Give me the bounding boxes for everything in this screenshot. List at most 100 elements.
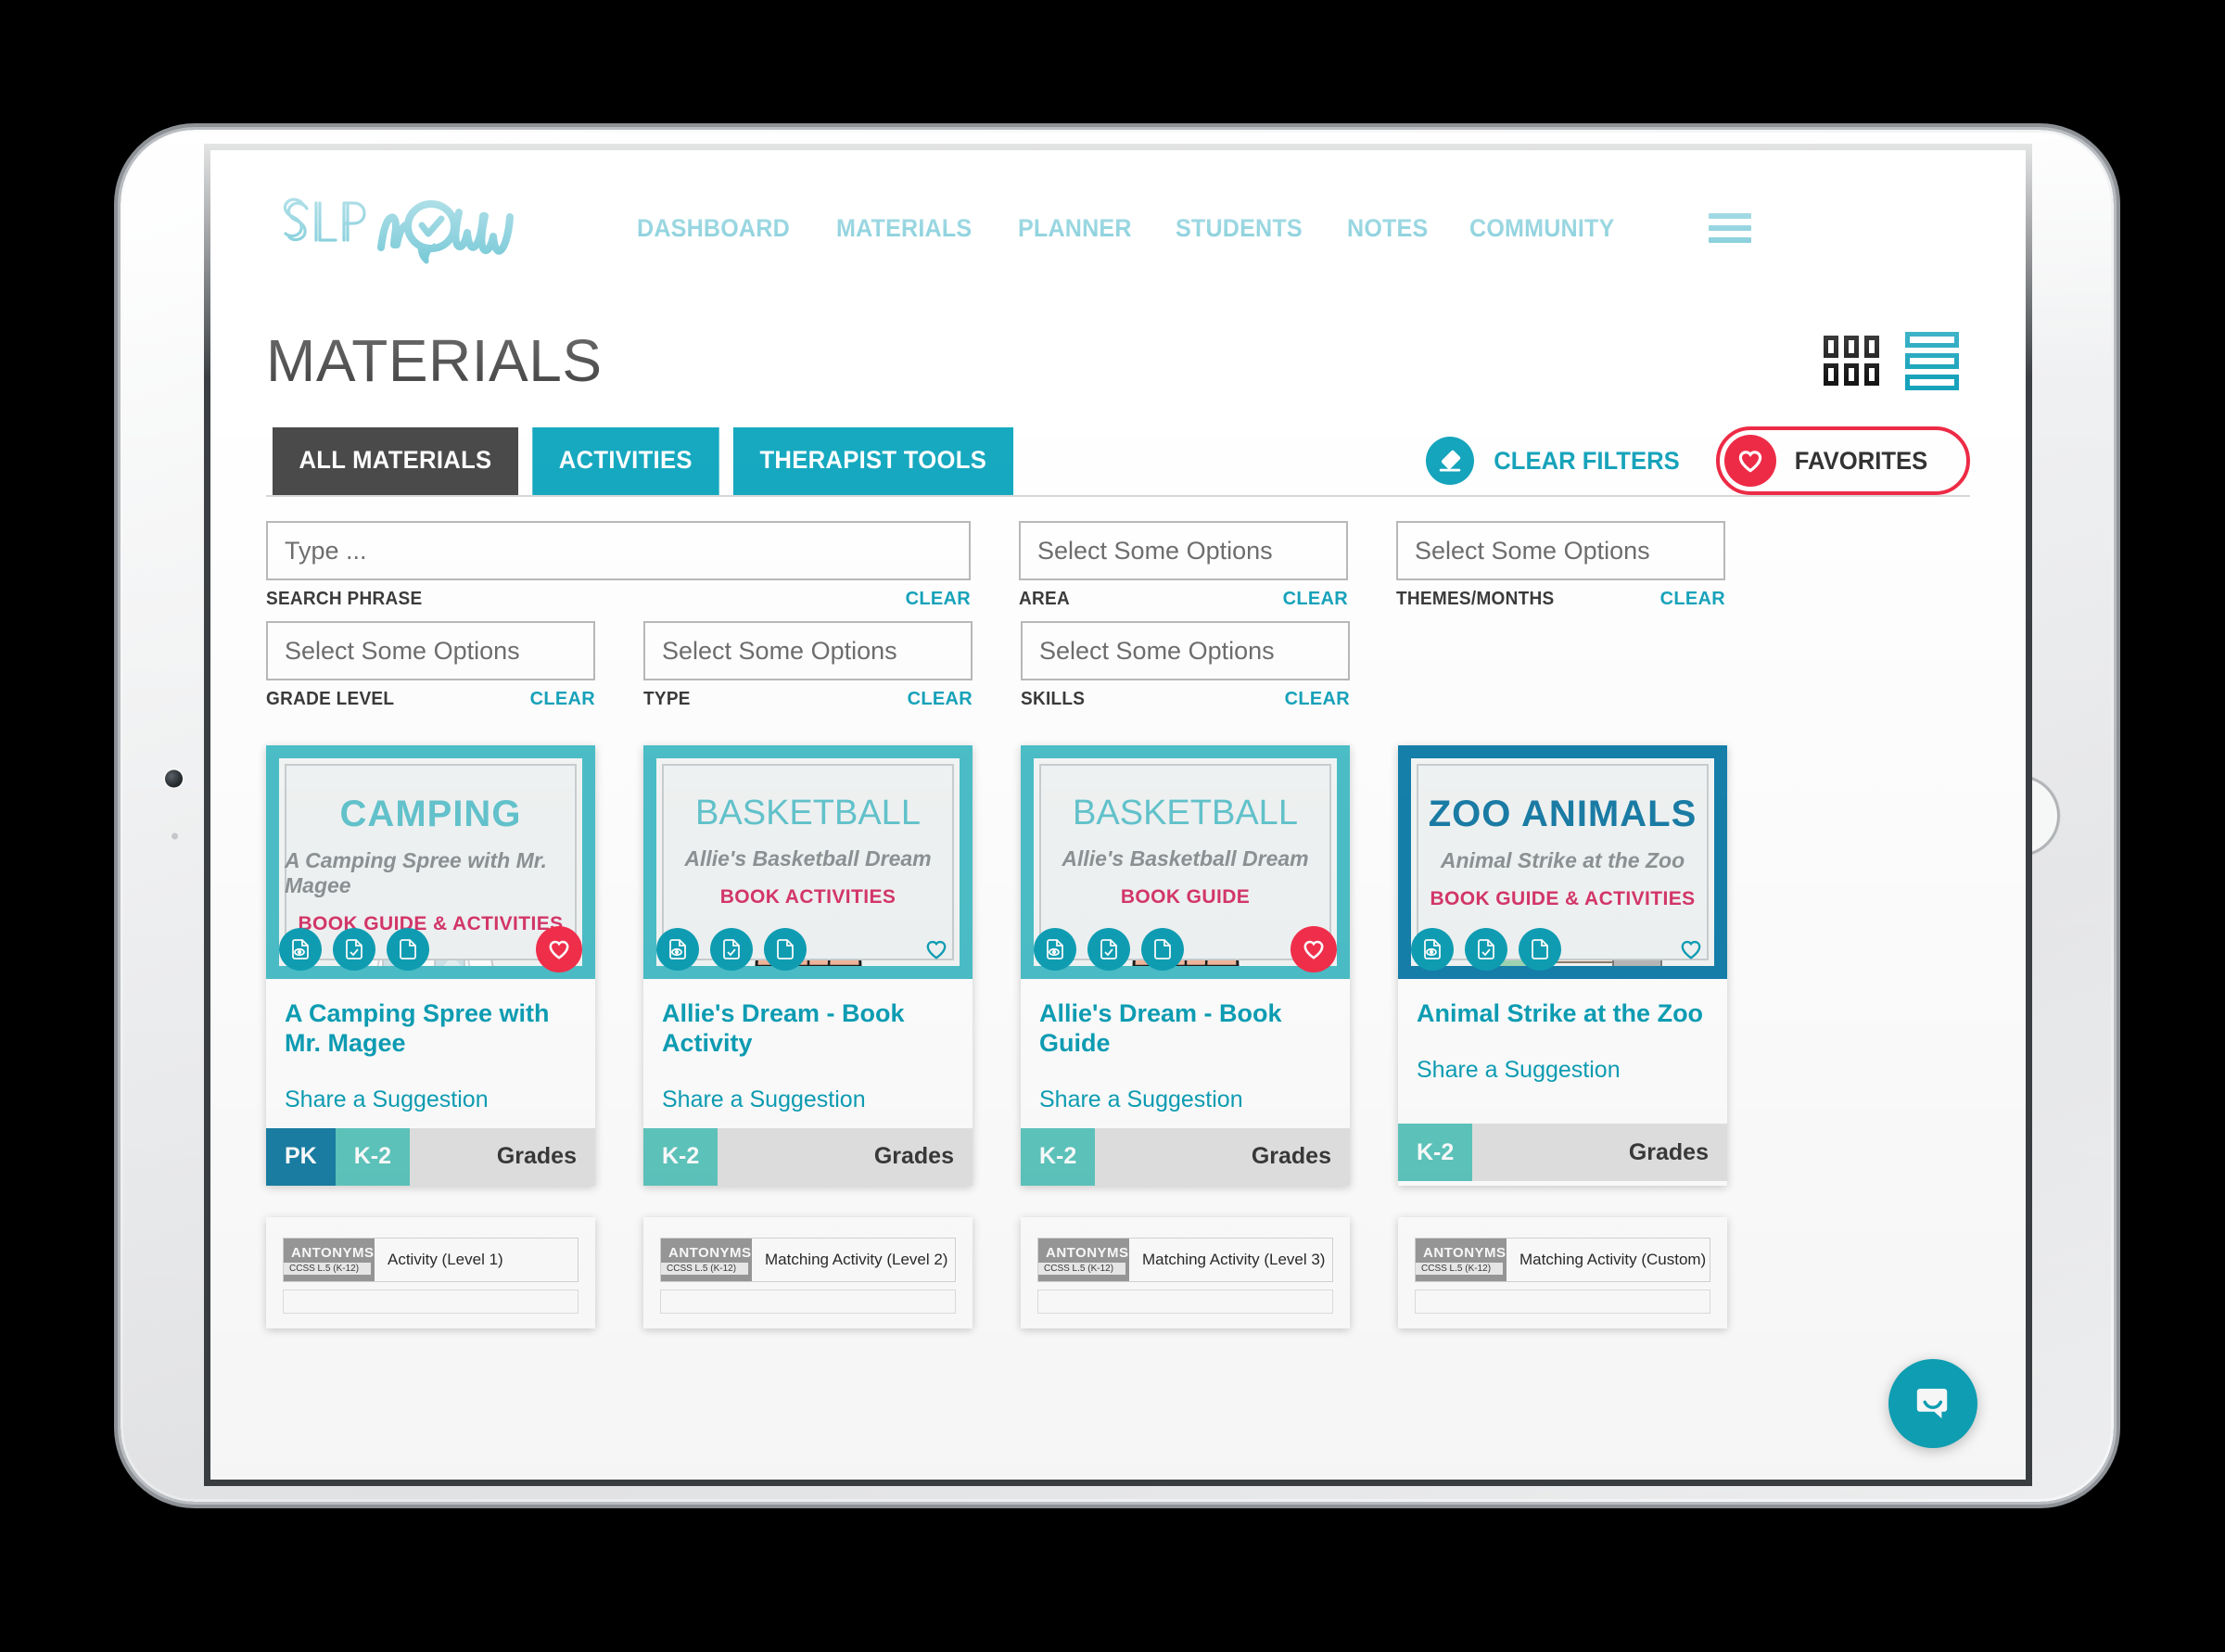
- eraser-icon: [1425, 437, 1474, 485]
- document-check-icon[interactable]: [710, 928, 753, 971]
- themes-months-select[interactable]: [1396, 521, 1725, 580]
- worksheet-tag-label: ANTONYMS: [291, 1244, 375, 1261]
- worksheet-tag: ANTONYMS CCSS L.5 (K-12): [1416, 1238, 1507, 1281]
- card-actions: [1398, 920, 1727, 979]
- material-card[interactable]: BASKETBALL Allie's Basketball Dream BOOK…: [1021, 745, 1350, 1186]
- chat-bubble-icon[interactable]: [1888, 1359, 1977, 1448]
- filter-area: AREA CLEAR: [1019, 521, 1348, 610]
- filter-actions: CLEAR FILTERS FAVORITES: [1425, 426, 1970, 495]
- grades-label: Grades: [1251, 1143, 1331, 1170]
- nav-community[interactable]: COMMUNITY: [1469, 214, 1615, 243]
- preview-icon[interactable]: [656, 928, 699, 971]
- favorites-label: FAVORITES: [1794, 446, 1928, 475]
- cover-title: CAMPING: [339, 794, 522, 834]
- list-view-icon[interactable]: [1905, 331, 1959, 390]
- filter-clear-skills[interactable]: CLEAR: [1285, 689, 1350, 710]
- filter-skills: SKILLS CLEAR: [1021, 621, 1350, 710]
- skills-select[interactable]: [1021, 621, 1350, 680]
- card-favorite-icon[interactable]: [1668, 926, 1714, 972]
- document-check-icon[interactable]: [1465, 928, 1507, 971]
- material-card[interactable]: ANTONYMS CCSS L.5 (K-12) Matching Activi…: [643, 1216, 973, 1328]
- worksheet-standard-code: CCSS L.5 (K-12): [661, 1262, 748, 1275]
- card-title[interactable]: Animal Strike at the Zoo: [1417, 999, 1709, 1029]
- card-favorite-icon[interactable]: [913, 926, 960, 972]
- nav-students[interactable]: STUDENTS: [1176, 214, 1303, 243]
- share-suggestion-link[interactable]: Share a Suggestion: [662, 1087, 954, 1113]
- filter-clear-grade-level[interactable]: CLEAR: [530, 689, 595, 710]
- material-card[interactable]: BASKETBALL Allie's Basketball Dream BOOK…: [643, 745, 973, 1186]
- cover-kicker: BOOK GUIDE & ACTIVITIES: [1430, 888, 1696, 909]
- document-check-icon[interactable]: [1087, 928, 1130, 971]
- grade-level-select[interactable]: [266, 621, 595, 680]
- card-actions: [1021, 920, 1350, 979]
- filter-label-grade-level: GRADE LEVEL: [266, 689, 395, 709]
- share-suggestion-link[interactable]: Share a Suggestion: [285, 1087, 577, 1113]
- worksheet-tag-label: ANTONYMS: [1046, 1244, 1129, 1261]
- cards-row-2: ANTONYMS CCSS L.5 (K-12) Activity (Level…: [266, 1216, 1970, 1328]
- cover-kicker: BOOK GUIDE: [1120, 886, 1251, 908]
- tab-activities[interactable]: ACTIVITIES: [532, 426, 719, 495]
- document-check-icon[interactable]: [333, 928, 375, 971]
- filter-clear-search-phrase[interactable]: CLEAR: [906, 589, 971, 610]
- grade-chip: K-2: [1398, 1124, 1473, 1181]
- nav-notes[interactable]: NOTES: [1347, 214, 1428, 243]
- filter-grid: SEARCH PHRASE CLEAR AREA CLEAR: [266, 521, 1970, 721]
- nav-planner[interactable]: PLANNER: [1018, 214, 1132, 243]
- worksheet-preview: ANTONYMS CCSS L.5 (K-12) Matching Activi…: [660, 1237, 956, 1282]
- card-title[interactable]: A Camping Spree with Mr. Magee: [285, 999, 577, 1059]
- filter-clear-themes-months[interactable]: CLEAR: [1660, 589, 1725, 610]
- hamburger-icon[interactable]: [1708, 207, 1751, 249]
- material-card[interactable]: CAMPING A Camping Spree with Mr. Magee B…: [266, 745, 595, 1186]
- cover-title: BASKETBALL: [695, 794, 921, 832]
- preview-icon[interactable]: [279, 928, 322, 971]
- tab-all-materials[interactable]: ALL MATERIALS: [272, 426, 518, 495]
- document-icon[interactable]: [387, 928, 429, 971]
- area-select[interactable]: [1019, 521, 1348, 580]
- nav-dashboard[interactable]: DASHBOARD: [637, 214, 790, 243]
- worksheet-second-row: [660, 1289, 956, 1314]
- type-select[interactable]: [643, 621, 973, 680]
- preview-icon[interactable]: [1411, 928, 1454, 971]
- worksheet-title: Activity (Level 1): [388, 1250, 503, 1268]
- card-favorite-icon[interactable]: [536, 926, 582, 972]
- preview-icon[interactable]: [1034, 928, 1076, 971]
- card-title[interactable]: Allie's Dream - Book Guide: [1039, 999, 1331, 1059]
- card-body: Animal Strike at the Zoo Share a Suggest…: [1398, 979, 1727, 1124]
- grade-chip: PK: [266, 1127, 336, 1186]
- material-card[interactable]: ANTONYMS CCSS L.5 (K-12) Matching Activi…: [1398, 1216, 1727, 1328]
- document-icon[interactable]: [1519, 928, 1561, 971]
- share-suggestion-link[interactable]: Share a Suggestion: [1417, 1057, 1709, 1084]
- tab-therapist-tools[interactable]: THERAPIST TOOLS: [733, 426, 1013, 495]
- search-input[interactable]: [266, 521, 971, 580]
- grid-view-icon[interactable]: [1824, 336, 1879, 386]
- document-icon[interactable]: [1141, 928, 1184, 971]
- card-cover: ZOO ANIMALS Animal Strike at the Zoo BOO…: [1398, 745, 1727, 979]
- cover-kicker: BOOK ACTIVITIES: [719, 886, 896, 908]
- card-title[interactable]: Allie's Dream - Book Activity: [662, 999, 954, 1059]
- share-suggestion-link[interactable]: Share a Suggestion: [1039, 1087, 1331, 1113]
- filter-clear-area[interactable]: CLEAR: [1283, 589, 1348, 610]
- cards-row-1: CAMPING A Camping Spree with Mr. Magee B…: [266, 745, 1970, 1186]
- card-favorite-icon[interactable]: [1290, 926, 1337, 972]
- nav-materials[interactable]: MATERIALS: [836, 214, 972, 243]
- worksheet-title: Matching Activity (Level 3): [1142, 1250, 1326, 1268]
- filter-grade-level: GRADE LEVEL CLEAR: [266, 621, 595, 710]
- worksheet-standard-code: CCSS L.5 (K-12): [1038, 1262, 1125, 1275]
- grade-chip: K-2: [1021, 1127, 1096, 1186]
- card-footer: K-2 Grades: [1398, 1124, 1727, 1181]
- material-card[interactable]: ANTONYMS CCSS L.5 (K-12) Activity (Level…: [266, 1216, 595, 1328]
- clear-filters-button[interactable]: CLEAR FILTERS: [1425, 437, 1685, 485]
- worksheet-second-row: [283, 1289, 578, 1314]
- filter-clear-type[interactable]: CLEAR: [908, 689, 973, 710]
- card-body: Allie's Dream - Book Guide Share a Sugge…: [1021, 979, 1350, 1128]
- material-card[interactable]: ZOO ANIMALS Animal Strike at the Zoo BOO…: [1398, 745, 1727, 1186]
- favorites-button[interactable]: FAVORITES: [1715, 426, 1970, 495]
- card-actions: [266, 920, 595, 979]
- filters-panel: SEARCH PHRASE CLEAR AREA CLEAR: [210, 497, 2026, 721]
- view-toggles: [1824, 331, 1970, 390]
- document-icon[interactable]: [764, 928, 807, 971]
- worksheet-tag: ANTONYMS CCSS L.5 (K-12): [1038, 1238, 1129, 1281]
- slp-now-logo[interactable]: [266, 192, 544, 264]
- cover-subtitle: Allie's Basketball Dream: [684, 846, 932, 870]
- material-card[interactable]: ANTONYMS CCSS L.5 (K-12) Matching Activi…: [1021, 1216, 1350, 1328]
